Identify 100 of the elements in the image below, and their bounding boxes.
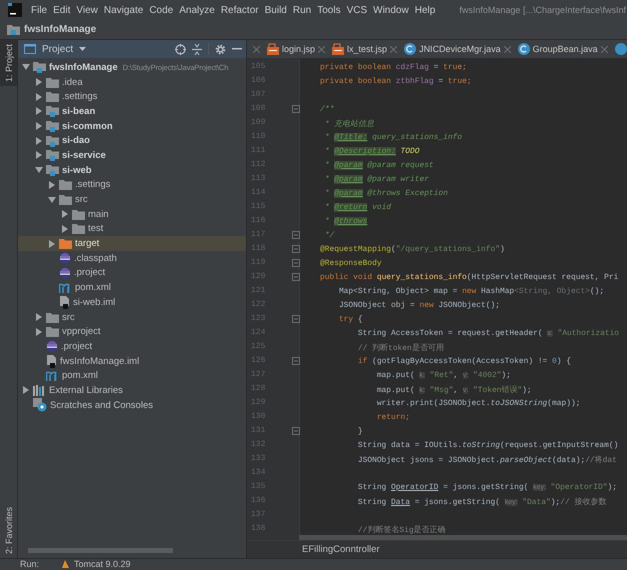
fold-marker-icon[interactable] [292, 245, 300, 253]
tree-item-label[interactable]: target [75, 238, 100, 250]
panel-title[interactable]: Project [42, 44, 74, 54]
module-folder-icon [46, 164, 59, 176]
tree-item-label[interactable]: fwsInfoManage [49, 62, 118, 73]
tree-item-label[interactable]: si-dao [62, 135, 90, 146]
fold-marker-icon[interactable] [292, 357, 300, 365]
fold-marker-icon[interactable] [292, 105, 300, 113]
code-editor[interactable] [247, 58, 627, 540]
minimize-icon[interactable] [232, 48, 242, 50]
scratches-icon [33, 398, 47, 412]
expand-arrow-icon[interactable] [35, 92, 43, 101]
tree-item-label[interactable]: .idea [62, 76, 83, 88]
folder-icon [59, 238, 72, 250]
tree-item-label[interactable]: Scratches and Consoles [50, 400, 153, 411]
collapse-all-icon[interactable] [192, 44, 202, 54]
expand-arrow-icon[interactable] [35, 136, 43, 145]
menu-item[interactable]: Code [149, 4, 174, 16]
app-logo-icon [8, 3, 22, 17]
settings-icon[interactable] [215, 44, 226, 54]
editor-tab[interactable]: JNICDeviceMgr.java [404, 43, 511, 55]
menu-item[interactable]: Edit [53, 4, 70, 16]
fold-marker-icon[interactable] [292, 315, 300, 323]
expand-arrow-icon[interactable] [35, 313, 43, 322]
window-title: fwsInfoManage [...\ChargeInterface\fwsInf [459, 5, 627, 15]
fold-marker-icon[interactable] [292, 259, 300, 267]
tree-item-label[interactable]: test [88, 223, 104, 234]
folder-icon [46, 76, 59, 88]
tree-item-label[interactable]: si-bean [62, 106, 96, 117]
selected-row-highlight[interactable]: target [18, 236, 246, 251]
run-label: Run: [20, 559, 40, 570]
maven-file-icon [46, 370, 59, 381]
module-folder-icon [46, 120, 59, 132]
crosshair-icon[interactable] [175, 44, 186, 54]
menu-item[interactable]: Window [373, 4, 409, 16]
expand-arrow-icon[interactable] [22, 386, 30, 394]
expand-arrow-icon[interactable] [35, 122, 43, 130]
collapse-arrow-icon[interactable] [22, 63, 30, 72]
window-icon [24, 44, 36, 54]
jsp-file-icon [267, 43, 279, 55]
menu-item[interactable]: Analyze [179, 4, 215, 16]
expand-arrow-icon[interactable] [48, 180, 56, 189]
class-icon [404, 43, 416, 55]
editor-tab[interactable]: GroupBean.java [518, 43, 608, 55]
collapse-arrow-icon[interactable] [48, 196, 56, 204]
eclipse-file-icon [46, 340, 58, 352]
tree-item-label[interactable]: pom.xml [62, 370, 98, 382]
menu-item[interactable]: File [31, 4, 48, 16]
tree-item-label[interactable]: .project [61, 340, 92, 352]
fold-marker-icon[interactable] [292, 427, 300, 435]
tree-item-label[interactable]: src [75, 194, 88, 206]
folder-icon [46, 312, 59, 323]
tree-item-label[interactable]: main [88, 208, 109, 220]
tree-item-label[interactable]: si-web.iml [73, 296, 116, 308]
editor-tab[interactable]: lx_test.jsp [332, 43, 398, 55]
menu-item[interactable]: Navigate [104, 4, 144, 16]
collapse-arrow-icon[interactable] [35, 166, 43, 174]
tree-item-label[interactable]: pom.xml [75, 282, 111, 294]
class-icon [614, 43, 627, 55]
tree-item-label[interactable]: fwsInfoManage.iml [60, 356, 140, 367]
scrollbar-thumb[interactable] [299, 535, 627, 540]
module-file-icon [46, 354, 57, 368]
menu-item[interactable]: Build [264, 4, 287, 16]
breadcrumb-project[interactable]: fwsInfoManage [24, 24, 96, 35]
expand-arrow-icon[interactable] [35, 78, 43, 86]
project-folder-icon [7, 24, 20, 35]
fold-marker-icon[interactable] [292, 231, 300, 239]
expand-arrow-icon[interactable] [35, 107, 43, 116]
tree-item-label[interactable]: External Libraries [49, 384, 123, 396]
module-folder-icon [46, 105, 59, 118]
tree-item-label[interactable]: .settings [75, 179, 110, 190]
menu-item[interactable]: Run [292, 4, 312, 16]
menu-item[interactable]: View [76, 4, 98, 16]
menu-item[interactable]: VCS [346, 4, 368, 16]
side-tab[interactable]: 2: Favorites [0, 502, 17, 558]
fold-marker-icon[interactable] [292, 273, 300, 281]
tree-item-label[interactable]: .classpath [74, 252, 117, 264]
menu-item[interactable]: Refactor [220, 4, 259, 16]
expand-arrow-icon[interactable] [35, 151, 43, 160]
breadcrumb-class[interactable]: EFillingConntroller [302, 544, 380, 555]
tree-item-label[interactable]: si-common [62, 120, 113, 132]
expand-arrow-icon[interactable] [35, 328, 43, 336]
side-tab[interactable]: 1: Project [0, 40, 17, 86]
menu-item[interactable]: Help [414, 4, 436, 16]
menu-item[interactable]: Tools [317, 4, 341, 16]
tree-item-label[interactable]: .project [74, 267, 106, 278]
tree-item-label[interactable]: vpproject [62, 326, 101, 338]
tree-item-label[interactable]: .settings [62, 91, 98, 102]
editor-tab[interactable]: login.jsp [267, 43, 326, 55]
expand-arrow-icon[interactable] [61, 224, 69, 233]
tree-item-label[interactable]: si-web [62, 164, 92, 176]
scrollbar-thumb[interactable] [28, 548, 173, 553]
module-folder-icon [46, 149, 59, 162]
caret-icon[interactable] [79, 47, 86, 51]
folder-icon [72, 208, 85, 220]
tree-item-label[interactable]: si-service [62, 150, 106, 161]
run-config-tab[interactable]: Tomcat 9.0.29 [74, 559, 131, 570]
expand-arrow-icon[interactable] [61, 210, 69, 218]
tree-item-label[interactable]: src [62, 312, 75, 323]
expand-arrow-icon[interactable] [48, 240, 56, 248]
